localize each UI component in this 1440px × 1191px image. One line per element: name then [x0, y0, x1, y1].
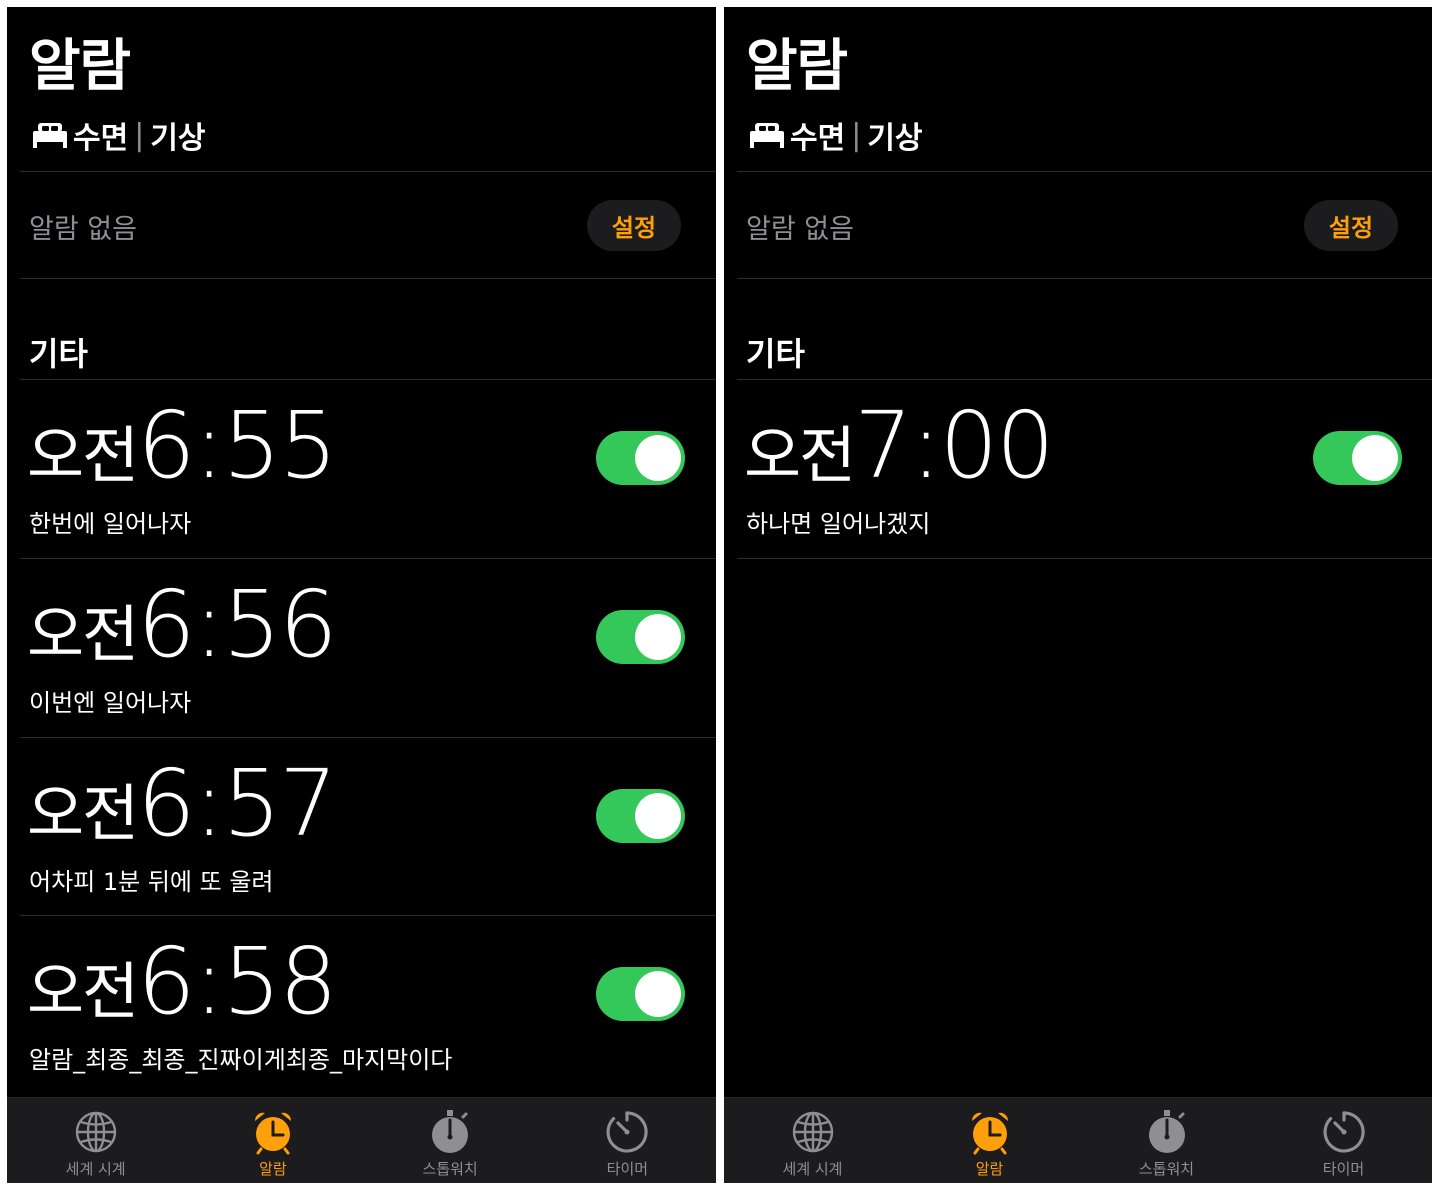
alarm-hour-minute: 6:55: [137, 392, 338, 499]
toggle-knob: [1352, 435, 1398, 481]
alarm-row[interactable]: 오전6:56 이번엔 일어나자: [7, 559, 716, 737]
tab-bar: 세계 시계 알람 스톱워치 타이머: [724, 1097, 1432, 1183]
bed-icon: [750, 123, 784, 148]
tab-label: 알람: [259, 1160, 287, 1178]
toggle-knob: [635, 971, 681, 1017]
alarm-hour-minute: 6:58: [137, 928, 338, 1035]
alarm-ampm: 오전: [27, 955, 139, 1028]
tab-world-clock[interactable]: 세계 시계: [7, 1098, 184, 1183]
tab-label: 알람: [975, 1160, 1004, 1178]
tab-label: 스톱워치: [1138, 1160, 1195, 1178]
alarm-toggle[interactable]: [596, 610, 685, 664]
alarm-screen-left: 알람 수면 | 기상 알람 없음 설정 기타 오전6:55 한번에 일어나자 오…: [7, 7, 716, 1183]
alarm-toggle[interactable]: [596, 789, 685, 843]
section-title-other: 기타: [746, 335, 805, 373]
tab-bar: 세계 시계 알람 스톱워치 타이머: [7, 1097, 716, 1183]
alarm-time: 오전6:58: [27, 936, 338, 1028]
tab-timer[interactable]: 타이머: [1255, 1098, 1432, 1183]
toggle-knob: [635, 614, 681, 660]
tab-stopwatch[interactable]: 스톱워치: [1078, 1098, 1255, 1183]
alarm-time: 오전6:56: [27, 579, 338, 671]
page-title: 알람: [29, 34, 131, 99]
alarm-row[interactable]: 오전6:58 알람_최종_최종_진짜이게최종_마지막이다: [7, 916, 716, 1094]
tab-label: 타이머: [606, 1160, 649, 1178]
divider: [737, 171, 1432, 172]
stopwatch-icon: [432, 1110, 469, 1153]
toggle-knob: [635, 793, 681, 839]
alarm-toggle[interactable]: [596, 967, 685, 1021]
divider: [737, 558, 1432, 559]
tab-label: 세계 시계: [782, 1160, 843, 1178]
bed-icon: [33, 123, 67, 148]
no-alarm-text: 알람 없음: [29, 214, 137, 245]
tab-timer[interactable]: 타이머: [539, 1098, 716, 1183]
sleep-wake-header: 수면 | 기상: [31, 115, 206, 156]
alarm-clock-icon: [971, 1112, 1008, 1155]
alarm-label: 어차피 1분 뒤에 또 울려: [29, 868, 274, 896]
separator: |: [134, 117, 145, 153]
alarm-ampm: 오전: [27, 419, 139, 492]
alarm-screen-right: 알람 수면 | 기상 알람 없음 설정 기타 오전7:00 하나면 일어나겠지: [724, 7, 1432, 1183]
alarm-row[interactable]: 오전7:00 하나면 일어나겠지: [724, 380, 1432, 558]
alarm-time: 오전6:57: [27, 758, 338, 850]
alarm-label: 하나면 일어나겠지: [746, 510, 931, 538]
tab-label: 세계 시계: [65, 1160, 126, 1178]
tab-world-clock[interactable]: 세계 시계: [724, 1098, 901, 1183]
alarm-row[interactable]: 오전6:57 어차피 1분 뒤에 또 울려: [7, 738, 716, 916]
page-title: 알람: [746, 34, 848, 99]
divider: [20, 278, 716, 279]
tab-alarm[interactable]: 알람: [901, 1098, 1078, 1183]
sleep-label: 수면: [790, 121, 846, 156]
alarm-row[interactable]: 오전6:55 한번에 일어나자: [7, 380, 716, 558]
alarm-hour-minute: 6:57: [137, 750, 338, 857]
section-title-other: 기타: [29, 335, 88, 373]
alarm-ampm: 오전: [27, 777, 139, 850]
alarm-ampm: 오전: [744, 419, 856, 492]
wake-label: 기상: [150, 121, 206, 156]
alarm-clock-icon: [254, 1112, 291, 1155]
alarm-hour-minute: 6:56: [137, 571, 338, 678]
stopwatch-icon: [1148, 1110, 1185, 1153]
divider: [737, 278, 1432, 279]
setup-button[interactable]: 설정: [587, 200, 681, 251]
timer-icon: [606, 1111, 649, 1153]
toggle-knob: [635, 435, 681, 481]
setup-button[interactable]: 설정: [1304, 200, 1398, 251]
alarm-label: 알람_최종_최종_진짜이게최종_마지막이다: [29, 1046, 453, 1074]
tab-alarm[interactable]: 알람: [184, 1098, 361, 1183]
alarm-toggle[interactable]: [596, 431, 685, 485]
alarm-time: 오전7:00: [744, 400, 1055, 492]
sleep-wake-header: 수면 | 기상: [748, 115, 923, 156]
alarm-time: 오전6:55: [27, 400, 338, 492]
alarm-hour-minute: 7:00: [854, 392, 1055, 499]
alarm-ampm: 오전: [27, 598, 139, 671]
separator: |: [851, 117, 862, 153]
tab-stopwatch[interactable]: 스톱워치: [362, 1098, 539, 1183]
no-alarm-text: 알람 없음: [746, 214, 854, 245]
tab-label: 스톱워치: [422, 1160, 478, 1178]
alarm-toggle[interactable]: [1313, 431, 1402, 485]
timer-icon: [1322, 1111, 1365, 1153]
tab-label: 타이머: [1322, 1160, 1365, 1178]
divider: [20, 171, 716, 172]
globe-icon: [792, 1111, 833, 1153]
alarm-label: 이번엔 일어나자: [29, 689, 192, 717]
sleep-label: 수면: [73, 121, 129, 156]
wake-label: 기상: [867, 121, 923, 156]
alarm-label: 한번에 일어나자: [29, 510, 192, 538]
globe-icon: [75, 1111, 116, 1153]
